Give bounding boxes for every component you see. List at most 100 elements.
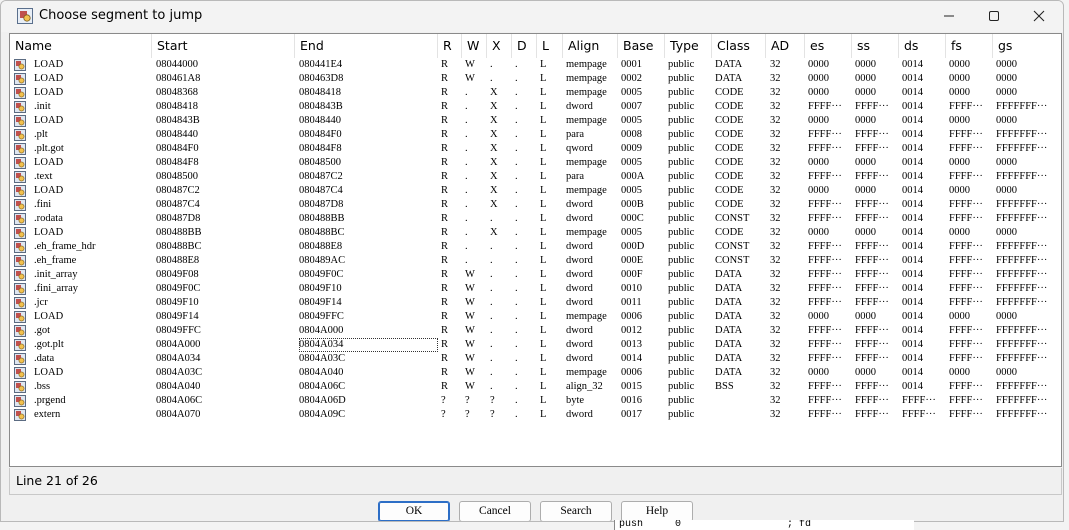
column-header-ad[interactable]: AD bbox=[766, 34, 805, 58]
cell-w: W bbox=[465, 59, 475, 70]
table-row[interactable]: .plt 08048440 080484F0 R. X. Lpara 0008 public C… bbox=[10, 128, 1061, 142]
table-row[interactable]: .plt.got 080484F0 080484F8 R. X. Lqword 0009 pu… bbox=[10, 142, 1061, 156]
column-header-r[interactable]: R bbox=[438, 34, 462, 58]
cell-gs: 0000 bbox=[996, 367, 1017, 378]
column-header-type[interactable]: Type bbox=[665, 34, 712, 58]
cell-ad: 32 bbox=[770, 269, 781, 280]
cell-class bbox=[715, 408, 766, 422]
cell-ds: 0014 bbox=[902, 143, 923, 154]
cell-es: FFFF··· bbox=[808, 199, 842, 210]
cell-ad: 32 bbox=[770, 395, 781, 406]
cell-name: .init_array bbox=[34, 269, 78, 280]
cell-d: . bbox=[515, 241, 518, 252]
cell-base: 0015 bbox=[621, 381, 642, 392]
cell-ds: 0014 bbox=[902, 185, 923, 196]
table-row[interactable]: extern 0804A070 0804A09C???. Ldword 0017 publ… bbox=[10, 408, 1061, 422]
cell-d: . bbox=[515, 297, 518, 308]
cell-start: 08048418 bbox=[156, 101, 198, 112]
column-header-ss[interactable]: ss bbox=[852, 34, 899, 58]
table-row[interactable]: LOAD 080487C2 080487C4 R. X. Lmempage 0005 publ… bbox=[10, 184, 1061, 198]
table-row[interactable]: LOAD 08048368 08048418 R. X. Lmempage 0005 publ… bbox=[10, 86, 1061, 100]
cell-ds: 0014 bbox=[902, 283, 923, 294]
maximize-button[interactable] bbox=[971, 1, 1017, 32]
cell-base: 000B bbox=[621, 199, 644, 210]
table-row[interactable]: .fini 080487C4 080487D8 R. X. Ldword 000B publi… bbox=[10, 198, 1061, 212]
table-row[interactable]: LOAD 0804843B 08048440 R. X. Lmempage 0005 publ… bbox=[10, 114, 1061, 128]
cell-name: LOAD bbox=[34, 115, 64, 126]
cell-d: . bbox=[515, 115, 518, 126]
cell-end: 0804A000 bbox=[299, 325, 344, 336]
table-row[interactable]: LOAD 080484F8 08048500 R. X. Lmempage 0005 publ… bbox=[10, 156, 1061, 170]
column-header-start[interactable]: Start bbox=[152, 34, 295, 58]
cell-ss: FFFF··· bbox=[855, 353, 889, 364]
cell-end: 0804A03C bbox=[299, 353, 346, 364]
column-header-ds[interactable]: ds bbox=[899, 34, 946, 58]
cell-ds: 0014 bbox=[902, 73, 923, 84]
cell-es: FFFF··· bbox=[808, 283, 842, 294]
help-button[interactable]: Help bbox=[621, 501, 693, 521]
background-disassembly-view: push 0 ; fd bbox=[614, 520, 914, 530]
table-row[interactable]: .jcr 08049F10 08049F14 R W.. Ldword 0011 public… bbox=[10, 296, 1061, 310]
cell-ds: FFFF··· bbox=[902, 395, 936, 406]
cell-ss: FFFF··· bbox=[855, 409, 889, 420]
column-header-w[interactable]: W bbox=[462, 34, 487, 58]
table-row[interactable]: .got 08049FFC 0804A000 R W.. Ldword 0012 public… bbox=[10, 324, 1061, 338]
cell-class: CONST bbox=[715, 241, 750, 252]
cell-class: CODE bbox=[715, 87, 744, 98]
column-header-d[interactable]: D bbox=[512, 34, 537, 58]
table-row[interactable]: .prgend 0804A06C 0804A06D???. Lbyte 0016 publ… bbox=[10, 394, 1061, 408]
table-row[interactable]: LOAD 08044000 080441E4 R W.. Lmempage 0001 publ… bbox=[10, 58, 1061, 72]
ok-button[interactable]: OK bbox=[378, 501, 450, 521]
table-row[interactable]: LOAD 0804A03C 0804A040 R W.. Lmempage 0006 publ… bbox=[10, 366, 1061, 380]
cell-name: .fini bbox=[34, 199, 52, 210]
cell-r: ? bbox=[441, 409, 446, 420]
column-header-end[interactable]: End bbox=[295, 34, 438, 58]
cell-fs: FFFF··· bbox=[949, 171, 983, 182]
table-row[interactable]: .data 0804A034 0804A03C R W.. Ldword 0014 publi… bbox=[10, 352, 1061, 366]
cell-gs: 0000 bbox=[996, 59, 1017, 70]
cell-r: R bbox=[441, 367, 449, 378]
table-row[interactable]: .init 08048418 0804843B R. X. Ldword 0007 publi… bbox=[10, 100, 1061, 114]
cell-es: 0000 bbox=[808, 367, 829, 378]
segment-list[interactable]: Name Start End R W X D L Align Base Type Class AD es s… bbox=[9, 33, 1062, 467]
column-header-es[interactable]: es bbox=[805, 34, 852, 58]
cell-fs: FFFF··· bbox=[949, 395, 983, 406]
table-row[interactable]: LOAD 08049F14 08049FFC R W.. Lmempage 0006 publ… bbox=[10, 310, 1061, 324]
cell-d: . bbox=[515, 311, 518, 322]
cell-type: public bbox=[668, 339, 695, 350]
column-header-fs[interactable]: fs bbox=[946, 34, 993, 58]
table-row[interactable]: .init_array 08049F08 08049F0C R W.. Ldword 000… bbox=[10, 268, 1061, 282]
column-header-x[interactable]: X bbox=[487, 34, 512, 58]
table-row[interactable]: LOAD 080488BB 080488BC R. X. Lmempage 0005 publ… bbox=[10, 226, 1061, 240]
cell-fs: 0000 bbox=[949, 311, 970, 322]
cell-ss: 0000 bbox=[855, 227, 876, 238]
table-row[interactable]: .rodata 080487D8 080488BB R... Ldword 000C pub… bbox=[10, 212, 1061, 226]
cell-w: W bbox=[465, 339, 475, 350]
table-row[interactable]: .eh_frame 080488E8 080489AC R... Ldword 000E p… bbox=[10, 254, 1061, 268]
table-row[interactable]: .text 08048500 080487C2 R. X. Lpara 000A public… bbox=[10, 170, 1061, 184]
close-button[interactable] bbox=[1016, 1, 1062, 32]
column-header-l[interactable]: L bbox=[537, 34, 563, 58]
cell-w: ? bbox=[465, 395, 470, 406]
table-row[interactable]: LOAD 080461A8 080463D8 R W.. Lmempage 0002 publ… bbox=[10, 72, 1061, 86]
cell-ad: 32 bbox=[770, 255, 781, 266]
minimize-button[interactable] bbox=[926, 1, 972, 32]
search-button[interactable]: Search bbox=[540, 501, 612, 521]
table-row[interactable]: .bss 0804A040 0804A06C R W.. Lalign_32 0015 pub… bbox=[10, 380, 1061, 394]
column-header-base[interactable]: Base bbox=[618, 34, 665, 58]
column-header-gs[interactable]: gs bbox=[993, 34, 1061, 58]
cell-start: 08048500 bbox=[156, 171, 198, 182]
column-header-name[interactable]: Name bbox=[10, 34, 152, 58]
cancel-button[interactable]: Cancel bbox=[459, 501, 531, 521]
cell-end: 08049F0C bbox=[299, 269, 344, 280]
cell-r: R bbox=[441, 381, 449, 392]
column-header-align[interactable]: Align bbox=[563, 34, 618, 58]
cell-base: 0016 bbox=[621, 395, 642, 406]
table-row[interactable]: .got.plt 0804A000 0804A034 R W.. Ldword 0013 pu… bbox=[10, 338, 1061, 352]
cell-es: 0000 bbox=[808, 115, 829, 126]
table-row[interactable]: .fini_array 08049F0C 08049F10 R W.. Ldword 001… bbox=[10, 282, 1061, 296]
column-header-class[interactable]: Class bbox=[712, 34, 766, 58]
table-row[interactable]: .eh_frame_hdr 080488BC 080488E8 R... Ldword 0… bbox=[10, 240, 1061, 254]
cell-end: 08049F10 bbox=[299, 283, 342, 294]
cell-l: L bbox=[540, 87, 547, 98]
